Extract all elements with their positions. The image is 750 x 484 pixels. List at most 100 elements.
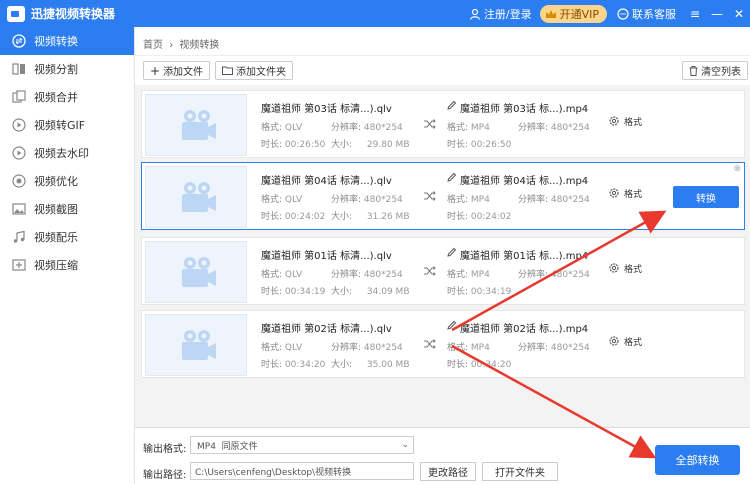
close-icon[interactable]: ✕ [728, 7, 750, 21]
resolution-label: 分辨率: [518, 343, 549, 353]
file-list: 魔道祖师 第03话 标清...).qlv 格式: QLV 分辨率: 480*25… [135, 85, 750, 427]
size-label: 大小: [331, 287, 353, 297]
plus-icon: + [150, 63, 161, 78]
sidebar-item-convert[interactable]: 视频转换 [0, 27, 134, 55]
gear-icon[interactable] [608, 262, 620, 274]
video-camera-icon [182, 257, 216, 287]
menu-icon[interactable]: ≡ [684, 7, 706, 21]
watermark-icon [12, 146, 26, 160]
edit-icon[interactable] [447, 172, 457, 182]
add-file-label: 添加文件 [163, 67, 204, 78]
convert-button[interactable]: 转换 [673, 186, 739, 208]
file-item[interactable]: 魔道祖师 第03话 标清...).qlv 格式: QLV 分辨率: 480*25… [141, 90, 745, 158]
output-path-field[interactable]: C:\Users\cenfeng\Desktop\视频转换 [190, 462, 414, 480]
shuffle-icon [424, 191, 436, 201]
size-label: 大小: [331, 360, 353, 370]
contact-service-link[interactable]: 联系客服 [617, 6, 676, 22]
source-resolution: 480*254 [363, 123, 403, 133]
edit-icon[interactable] [447, 247, 457, 257]
size-label: 大小: [331, 140, 353, 150]
clear-list-button[interactable]: 清空列表 [682, 61, 748, 80]
edit-icon[interactable] [447, 320, 457, 330]
video-thumbnail [145, 314, 247, 376]
output-duration: 00:26:50 [470, 140, 512, 150]
output-filename: 魔道祖师 第02话 标...).mp4 [460, 324, 589, 335]
format-settings-label[interactable]: 格式 [624, 335, 642, 348]
minimize-icon[interactable]: — [706, 7, 728, 21]
toolbar: + 添加文件 添加文件夹 清空列表 [135, 55, 750, 85]
add-file-button[interactable]: + 添加文件 [143, 61, 211, 80]
output-resolution: 480*254 [550, 270, 590, 280]
source-format: QLV [284, 343, 303, 353]
file-item[interactable]: 魔道祖师 第02话 标清...).qlv 格式: QLV 分辨率: 480*25… [141, 310, 745, 378]
sidebar-item-compress[interactable]: 视频压缩 [0, 251, 134, 279]
shuffle-icon [424, 339, 436, 349]
video-camera-icon [182, 110, 216, 140]
breadcrumb-current: 视频转换 [179, 40, 220, 51]
sidebar-item-music[interactable]: 视频配乐 [0, 223, 134, 251]
duration-label: 时长: [447, 140, 469, 150]
sidebar-item-label: 视频分割 [34, 63, 78, 76]
service-label: 联系客服 [632, 7, 676, 21]
gear-icon[interactable] [608, 187, 620, 199]
file-item-selected[interactable]: ⊗ 魔道祖师 第04话 标清...).qlv 格式: QLV 分辨率: 480*… [141, 162, 745, 230]
sidebar-item-screenshot[interactable]: 视频截图 [0, 195, 134, 223]
compress-icon [12, 259, 26, 271]
output-duration: 00:34:20 [470, 360, 512, 370]
convert-all-button[interactable]: 全部转换 [655, 445, 740, 475]
login-link[interactable]: 注册/登录 [469, 6, 532, 22]
output-duration: 00:34:19 [470, 287, 512, 297]
convert-icon [12, 34, 26, 48]
source-filename: 魔道祖师 第01话 标清...).qlv [261, 251, 392, 262]
gear-icon[interactable] [608, 115, 620, 127]
format-label: 格式: [447, 270, 469, 280]
sidebar-item-gif[interactable]: 视频转GIF [0, 111, 134, 139]
remove-item-icon[interactable]: ⊗ [733, 164, 741, 174]
vip-button[interactable]: 开通VIP [539, 4, 607, 23]
source-format: QLV [284, 270, 303, 280]
output-format-select[interactable]: MP4 同原文件 ⌄ [190, 436, 414, 454]
sidebar-item-label: 视频转换 [34, 35, 78, 48]
split-icon [12, 63, 25, 75]
open-folder-button[interactable]: 打开文件夹 [482, 462, 558, 481]
format-settings-label[interactable]: 格式 [624, 115, 642, 128]
gif-icon [12, 118, 26, 132]
sidebar-item-label: 视频截图 [34, 203, 78, 216]
output-format: MP4 [470, 270, 490, 280]
output-filename: 魔道祖师 第03话 标...).mp4 [460, 104, 589, 115]
source-duration: 00:34:19 [284, 287, 326, 297]
sidebar-item-split[interactable]: 视频分割 [0, 55, 134, 83]
sidebar-item-label: 视频转GIF [34, 119, 86, 132]
sidebar-item-merge[interactable]: 视频合并 [0, 83, 134, 111]
source-size: 29.80 MB [366, 140, 410, 150]
trash-icon [689, 65, 698, 76]
format-label: 格式: [261, 343, 283, 353]
source-filename: 魔道祖师 第03话 标清...).qlv [261, 104, 392, 115]
sidebar-item-label: 视频合并 [34, 91, 78, 104]
change-path-button[interactable]: 更改路径 [420, 462, 476, 481]
folder-icon [222, 66, 233, 75]
format-settings-label[interactable]: 格式 [624, 262, 642, 275]
duration-label: 时长: [261, 287, 283, 297]
gear-icon[interactable] [608, 335, 620, 347]
source-duration: 00:26:50 [284, 140, 326, 150]
format-label: 格式: [447, 343, 469, 353]
video-camera-icon [182, 182, 216, 212]
main-panel: 首页 › 视频转换 + 添加文件 添加文件夹 清空列表 魔道祖师 第03话 标清… [135, 27, 750, 484]
output-duration: 00:24:02 [470, 212, 512, 222]
format-settings-label[interactable]: 格式 [624, 187, 642, 200]
file-item[interactable]: 魔道祖师 第01话 标清...).qlv 格式: QLV 分辨率: 480*25… [141, 237, 745, 305]
source-resolution: 480*254 [363, 343, 403, 353]
edit-icon[interactable] [447, 100, 457, 110]
sidebar-item-watermark[interactable]: 视频去水印 [0, 139, 134, 167]
source-size: 35.00 MB [366, 360, 410, 370]
format-label: 格式: [261, 270, 283, 280]
format-label: 格式: [447, 123, 469, 133]
source-format: QLV [284, 195, 303, 205]
source-filename: 魔道祖师 第04话 标清...).qlv [261, 176, 392, 187]
add-folder-button[interactable]: 添加文件夹 [215, 61, 293, 80]
merge-icon [12, 90, 26, 103]
shuffle-icon [424, 266, 436, 276]
sidebar-item-optimize[interactable]: 视频优化 [0, 167, 134, 195]
breadcrumb-home[interactable]: 首页 [143, 40, 163, 51]
